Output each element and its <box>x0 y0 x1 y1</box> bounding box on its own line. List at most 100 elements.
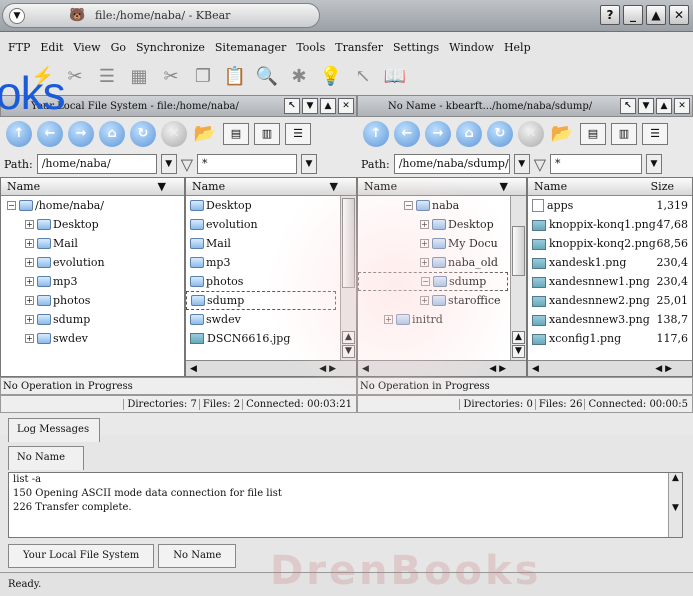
path-dropdown-icon[interactable]: ▼ <box>513 154 530 174</box>
menu-settings[interactable]: Settings <box>393 41 439 54</box>
tree-item[interactable]: + Desktop <box>1 215 184 234</box>
list-item[interactable]: photos <box>186 272 356 291</box>
menu-view[interactable]: View <box>73 41 100 54</box>
horizontal-scrollbar[interactable]: ◀ ◀ ▶ <box>186 360 356 376</box>
horizontal-scrollbar[interactable]: ◀ ◀ ▶ <box>358 360 526 376</box>
horizontal-scrollbar[interactable]: ◀ ◀ ▶ <box>528 360 692 376</box>
minimize-button[interactable]: _ <box>623 5 643 25</box>
list-item[interactable]: swdev <box>186 310 356 329</box>
disconnect-icon[interactable]: ✂ <box>62 64 88 90</box>
filter-input[interactable]: * <box>550 154 642 174</box>
list-item[interactable]: Mail <box>186 234 356 253</box>
tree-item[interactable]: + naba_old <box>358 253 526 272</box>
close-button[interactable]: ✕ <box>669 5 689 25</box>
settings-icon[interactable]: ✱ <box>286 64 312 90</box>
collapse-button[interactable]: ▼ <box>302 98 318 114</box>
list-item[interactable]: evolution <box>186 215 356 234</box>
tree-item-selected[interactable]: − sdump <box>358 272 508 291</box>
tab-log-messages[interactable]: Log Messages <box>8 418 100 442</box>
tree-item[interactable]: + Mail <box>1 234 184 253</box>
icon-view-icon[interactable]: ▤ <box>223 123 249 145</box>
list-item[interactable]: DSCN6616.jpg <box>186 329 356 348</box>
help-button[interactable]: ? <box>600 5 620 25</box>
path-input[interactable]: /home/naba/sdump/ <box>393 154 510 174</box>
list-item[interactable]: xandesk1.png 230,4 <box>528 253 692 272</box>
menu-go[interactable]: Go <box>111 41 126 54</box>
tree-item[interactable]: + My Docu <box>358 234 526 253</box>
file-list-pane[interactable]: Name Size apps 1,319 knoppix-konq1.png 47,6… <box>527 177 693 377</box>
list-item[interactable]: mp3 <box>186 253 356 272</box>
list-item[interactable]: Desktop <box>186 196 356 215</box>
list-view-icon[interactable]: ▥ <box>254 123 280 145</box>
tree-header[interactable]: Name ▼ <box>1 178 184 196</box>
list-item[interactable]: xandesnnew2.png 25,01 <box>528 291 692 310</box>
maximize-panel-button[interactable]: ▲ <box>656 98 672 114</box>
home-icon[interactable]: ⌂ <box>99 121 125 147</box>
tree-item[interactable]: − naba <box>358 196 526 215</box>
path-input[interactable]: /home/naba/ <box>36 154 157 174</box>
list-header[interactable]: Name Size <box>528 178 692 196</box>
list-item-selected[interactable]: sdump <box>186 291 336 310</box>
log-scrollbar[interactable]: ▲ ▼ <box>668 473 682 537</box>
stop-icon[interactable]: ✕ <box>161 121 187 147</box>
undock-button[interactable]: ↖ <box>620 98 636 114</box>
up-icon[interactable]: ↑ <box>6 121 32 147</box>
list-item[interactable]: xconfig1.png 117,6 <box>528 329 692 348</box>
tree-item[interactable]: + sdump <box>1 310 184 329</box>
detail-view-icon[interactable]: ☰ <box>642 123 668 145</box>
list-item[interactable]: xandesnnew3.png 138,7 <box>528 310 692 329</box>
tree-item[interactable]: + Desktop <box>358 215 526 234</box>
reload-icon[interactable]: ↻ <box>130 121 156 147</box>
tree-item[interactable]: −/home/naba/ <box>1 196 184 215</box>
find-icon[interactable]: 🔍 <box>254 64 280 90</box>
hint-icon[interactable]: 💡 <box>318 64 344 90</box>
file-list-pane[interactable]: Name ▼ Desktop evolution Mail mp3 photos … <box>185 177 357 377</box>
forward-icon[interactable]: → <box>68 121 94 147</box>
undock-button[interactable]: ↖ <box>284 98 300 114</box>
menu-tools[interactable]: Tools <box>296 41 325 54</box>
menu-transfer[interactable]: Transfer <box>335 41 383 54</box>
tab-remote-no-name[interactable]: No Name <box>158 544 237 568</box>
menu-help[interactable]: Help <box>504 41 531 54</box>
tree-item[interactable]: + initrd <box>358 310 526 329</box>
tree-item[interactable]: + mp3 <box>1 272 184 291</box>
list-item[interactable]: apps 1,319 <box>528 196 692 215</box>
tree-pane[interactable]: Name ▼ − naba + Desktop + My Docu + naba_old … <box>357 177 527 377</box>
menu-synchronize[interactable]: Synchronize <box>136 41 205 54</box>
size-header[interactable]: Size <box>651 180 674 193</box>
reload-icon[interactable]: ↻ <box>487 121 513 147</box>
tree-header[interactable]: Name ▼ <box>358 178 526 196</box>
back-icon[interactable]: ← <box>394 121 420 147</box>
detail-view-icon[interactable]: ☰ <box>285 123 311 145</box>
filter-dropdown-icon[interactable]: ▼ <box>301 154 317 174</box>
menu-ftp[interactable]: FTP <box>8 41 30 54</box>
menu-edit[interactable]: Edit <box>40 41 63 54</box>
stop-icon[interactable]: ✕ <box>518 121 544 147</box>
sites-icon[interactable]: ☰ <box>94 64 120 90</box>
list-item[interactable]: knoppix-konq1.png 47,68 <box>528 215 692 234</box>
close-panel-button[interactable]: ✕ <box>338 98 354 114</box>
tab-local-file-system[interactable]: Your Local File System <box>8 544 155 568</box>
back-icon[interactable]: ← <box>37 121 63 147</box>
list-view-icon[interactable]: ▥ <box>611 123 637 145</box>
filter-dropdown-icon[interactable]: ▼ <box>646 154 662 174</box>
vertical-scrollbar[interactable]: ▲ ▼ <box>510 196 526 360</box>
list-header[interactable]: Name ▼ <box>186 178 356 196</box>
copy-icon[interactable]: ❐ <box>190 64 216 90</box>
vertical-scrollbar[interactable]: ▲ ▼ <box>340 196 356 360</box>
book-icon[interactable]: 📖 <box>382 64 408 90</box>
up-icon[interactable]: ↑ <box>363 121 389 147</box>
tree-item[interactable]: + swdev <box>1 329 184 348</box>
menu-window[interactable]: Window <box>449 41 494 54</box>
collapse-button[interactable]: ▼ <box>638 98 654 114</box>
icon-view-icon[interactable]: ▤ <box>580 123 606 145</box>
tree-item[interactable]: + staroffice <box>358 291 526 310</box>
close-panel-button[interactable]: ✕ <box>674 98 690 114</box>
list-item[interactable]: knoppix-konq2.png 68,56 <box>528 234 692 253</box>
path-dropdown-icon[interactable]: ▼ <box>160 154 177 174</box>
paste-icon[interactable]: 📋 <box>222 64 248 90</box>
filter-input[interactable]: * <box>197 154 297 174</box>
home-icon[interactable]: ⌂ <box>456 121 482 147</box>
whatsthis-icon[interactable]: ↖ <box>350 64 376 90</box>
tree-item[interactable]: + photos <box>1 291 184 310</box>
